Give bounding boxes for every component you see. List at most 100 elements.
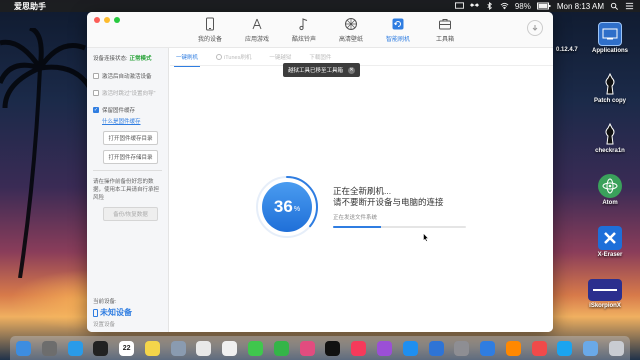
device-mode-label: 设备连接状态: — [93, 56, 128, 62]
nav-apps-games[interactable]: 应用游戏 — [237, 16, 277, 46]
tab-download-firmware[interactable]: 下载固件 — [309, 53, 331, 61]
screen-share-icon[interactable] — [454, 2, 464, 10]
option-auto-activate[interactable]: 激活后自动激活设备 — [93, 72, 162, 80]
auto-activate-checkbox[interactable] — [93, 73, 99, 79]
tab-jailbreak[interactable]: 一键越狱 — [269, 53, 291, 61]
current-device-label: 当前设备: — [93, 299, 117, 305]
dock-facetime-icon[interactable] — [273, 340, 289, 356]
skip-setup-checkbox — [93, 90, 99, 96]
open-store-dir-button[interactable]: 打开固件存储目录 — [103, 150, 158, 164]
phone-icon — [206, 17, 214, 31]
nav-label: 酷炫铃声 — [291, 37, 316, 43]
dock-qq-icon[interactable] — [557, 340, 573, 356]
desktop-icon-iskorpionx[interactable]: iSkorpionX — [575, 279, 635, 309]
dock-safari-icon[interactable] — [67, 340, 83, 356]
appstore-icon — [252, 18, 262, 30]
dock-appstore-icon[interactable] — [402, 340, 418, 356]
nav-smart-flash[interactable]: 智能刷机 — [378, 16, 418, 46]
menubar-clock[interactable]: Mon 8:13 AM — [557, 2, 604, 11]
desktop-icon-label: Atom — [602, 200, 618, 206]
progress-percent-sign: % — [293, 206, 301, 213]
tab-one-click-flash[interactable]: 一键刷机 — [173, 53, 201, 67]
flash-progress-bar — [333, 226, 466, 228]
spotlight-search-icon[interactable] — [610, 2, 619, 10]
desktop-icon-atom[interactable]: Atom — [580, 174, 640, 206]
dock-vlc-icon[interactable] — [505, 340, 521, 356]
flash-subtabs: 一键刷机 iTunes刷机 一键越狱 下载固件 — [170, 48, 553, 67]
desktop-icon-patch-copy[interactable]: Patch copy — [580, 72, 640, 104]
current-device-sub[interactable]: 设置设备 — [93, 320, 132, 328]
zoom-window-button[interactable] — [114, 17, 120, 23]
backup-restore-button: 备份/恢复数据 — [103, 207, 158, 221]
notification-center-icon[interactable] — [625, 2, 634, 10]
mouse-cursor-icon — [423, 233, 429, 242]
dock-preview-icon[interactable] — [170, 340, 186, 356]
dock-finder-icon[interactable] — [16, 340, 31, 356]
dropbox-icon[interactable] — [469, 2, 479, 10]
desktop-icon-checkra1n[interactable]: checkra1n — [580, 122, 640, 154]
sidebar-divider — [93, 170, 162, 171]
flash-line-2: 请不要断开设备与电脑的连接 — [333, 197, 444, 207]
window-controls — [94, 17, 120, 23]
current-device-panel: 当前设备: 未知设备 设置设备 — [93, 297, 132, 328]
desktop-icon-applications[interactable]: Applications — [580, 22, 640, 54]
keep-cache-checkbox[interactable]: ✓ — [93, 107, 99, 113]
menubar-app-name[interactable]: 爱思助手 — [14, 1, 46, 12]
phone-icon — [93, 308, 98, 317]
nav-ringtones[interactable]: 酷炫铃声 — [284, 16, 324, 46]
desktop-icon-label: checkra1n — [595, 148, 625, 154]
nav-label: 高清壁纸 — [338, 37, 363, 43]
option-label: 保留固件缓存 — [102, 108, 136, 114]
top-nav: 我的设备 应用游戏 酷炫铃声 高清壁纸 智能刷机 工具箱 — [190, 16, 472, 46]
dock-xcode-icon[interactable] — [428, 340, 444, 356]
battery-percent: 98% — [514, 1, 531, 11]
nav-wallpapers[interactable]: 高清壁纸 — [331, 16, 371, 46]
dock-podcasts-icon[interactable] — [376, 340, 392, 356]
flash-options-sidebar: 设备连接状态: 正常模式 激活后自动激活设备 激活时跳过"设置向导" ✓ 保留固… — [87, 48, 169, 332]
dock-folder-icon[interactable] — [583, 340, 599, 356]
desktop-icons: 0.12.4.7 Applications Patch copy checkra… — [555, 14, 640, 324]
nav-my-device[interactable]: 我的设备 — [190, 16, 230, 46]
tab-itunes-flash[interactable]: iTunes刷机 — [216, 53, 251, 61]
flash-step-status: 正在发送文件系统 — [333, 215, 378, 221]
minimize-window-button[interactable] — [104, 17, 110, 23]
dock-chrome-icon[interactable] — [196, 340, 212, 356]
nav-toolbox[interactable]: 工具箱 — [425, 16, 465, 46]
dock-photos-icon[interactable] — [222, 340, 238, 356]
battery-icon[interactable] — [536, 2, 551, 10]
dock-appletv-icon[interactable] — [325, 340, 341, 356]
dock-music-icon[interactable] — [351, 340, 367, 356]
download-manager-button[interactable] — [527, 20, 543, 36]
desktop-icon-x-eraser[interactable]: X-Eraser — [580, 226, 640, 258]
dock-notes-icon[interactable] — [144, 340, 160, 356]
flash-status-heading: 正在全新刷机... 请不要断开设备与电脑的连接 — [333, 186, 444, 208]
dock-itunes-icon[interactable] — [299, 340, 315, 356]
current-device-name: 未知设备 — [100, 308, 132, 317]
desktop-version-label: 0.12.4.7 — [556, 47, 578, 53]
dock-launchpad-icon[interactable] — [41, 340, 57, 356]
dock-news-icon[interactable] — [531, 340, 547, 356]
jailbreak-moved-tooltip: 越狱工具已移至工具箱 ✕ — [283, 63, 361, 77]
wifi-icon[interactable] — [500, 2, 509, 10]
tab-label: iTunes刷机 — [224, 54, 252, 61]
close-icon[interactable]: ✕ — [348, 66, 356, 74]
dock-preferences-icon[interactable] — [454, 340, 470, 356]
macos-menubar: 爱思助手 98% Mon 8:13 AM — [0, 0, 640, 12]
option-keep-cache[interactable]: ✓ 保留固件缓存 — [93, 106, 162, 114]
desktop-icon-label: iSkorpionX — [589, 303, 621, 309]
dock-calendar-icon[interactable]: 22 — [119, 340, 135, 356]
bluetooth-icon[interactable] — [485, 2, 494, 10]
option-skip-setup: 激活时跳过"设置向导" — [93, 89, 162, 97]
what-is-cache-link[interactable]: 什么是固件缓存 — [102, 117, 162, 125]
dock-messages-icon[interactable] — [248, 340, 264, 356]
close-window-button[interactable] — [94, 17, 100, 23]
dock-terminal-icon[interactable] — [93, 340, 109, 356]
x-eraser-icon — [598, 226, 622, 250]
i4-app-window: 我的设备 应用游戏 酷炫铃声 高清壁纸 智能刷机 工具箱 设备连接状态: 正常模… — [87, 12, 553, 332]
dock-trash-icon[interactable] — [608, 340, 624, 356]
flash-main-panel: 一键刷机 iTunes刷机 一键越狱 下载固件 越狱工具已移至工具箱 ✕ 36 … — [170, 48, 553, 332]
dock-i4-icon[interactable] — [480, 340, 496, 356]
refresh-box-icon — [392, 18, 404, 30]
tooltip-text: 越狱工具已移至工具箱 — [288, 68, 344, 74]
open-cache-dir-button[interactable]: 打开固件缓存目录 — [103, 131, 158, 145]
